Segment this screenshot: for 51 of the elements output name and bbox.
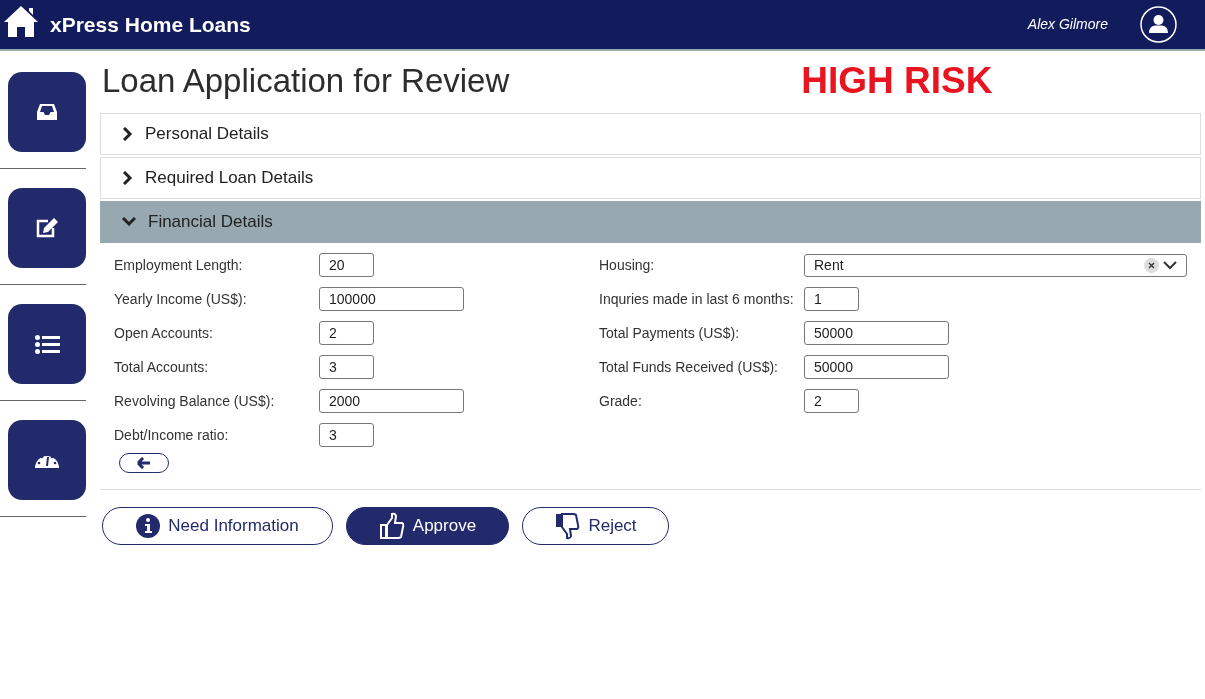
sidebar-button[interactable] [8, 72, 86, 152]
action-button[interactable]: Approve [346, 507, 509, 545]
input-field[interactable]: 1 [804, 287, 859, 311]
user-name: Alex Gilmore [1027, 15, 1108, 34]
list-icon [34, 334, 60, 354]
dropdown-value: Rent [814, 255, 844, 275]
thumbs-up-icon [378, 512, 405, 540]
sidebar-button[interactable] [8, 304, 86, 384]
accordion-header[interactable]: Required Loan Details [100, 157, 1201, 199]
sidebar-button[interactable] [8, 188, 86, 268]
chevron-right-icon [123, 171, 133, 185]
page-title: Loan Application for Review [102, 61, 510, 102]
chevron-down-icon [122, 217, 136, 227]
left-arrow-icon [137, 457, 151, 469]
action-button[interactable]: Need Information [102, 507, 333, 545]
input-field[interactable]: 3 [319, 423, 374, 447]
field-label: Grade: [599, 391, 643, 411]
input-field[interactable]: 3 [319, 355, 374, 379]
accordion-header[interactable]: Financial Details [100, 201, 1201, 243]
field-label: Revolving Balance (US$): [114, 391, 276, 411]
field-label: Total Accounts: [114, 357, 210, 377]
input-field[interactable]: 50000 [804, 355, 949, 379]
chevron-right-icon [123, 127, 133, 141]
field-label: Open Accounts: [114, 323, 214, 343]
risk-label: HIGH RISK [801, 59, 993, 104]
input-field[interactable]: 100000 [319, 287, 464, 311]
inbox-tray-icon [36, 103, 58, 121]
field-label: Total Payments (US$): [599, 323, 741, 343]
user-avatar-icon[interactable] [1140, 6, 1177, 43]
field-label: Yearly Income (US$): [114, 289, 248, 309]
input-field[interactable]: 20 [319, 253, 374, 277]
info-icon [136, 514, 161, 538]
accordion-header[interactable]: Personal Details [100, 113, 1201, 155]
field-label: Housing: [599, 255, 656, 275]
home-icon[interactable] [2, 3, 40, 38]
chevron-down-icon[interactable] [1163, 260, 1177, 270]
edit-icon [35, 217, 59, 239]
input-field[interactable]: 2 [319, 321, 374, 345]
input-field[interactable]: 2000 [319, 389, 464, 413]
clear-icon[interactable] [1144, 257, 1159, 273]
sidebar-button[interactable] [8, 420, 86, 500]
field-label: Debt/Income ratio: [114, 425, 230, 445]
field-label: Inquries made in last 6 months: [599, 289, 795, 309]
field-label: Employment Length: [114, 255, 244, 275]
input-field[interactable]: 50000 [804, 321, 949, 345]
dropdown-field[interactable]: Rent [804, 253, 1187, 277]
field-label: Total Funds Received (US$): [599, 357, 779, 377]
input-field[interactable]: 2 [804, 389, 859, 413]
app-title: xPress Home Loans [50, 11, 251, 38]
action-button[interactable]: Reject [522, 507, 669, 545]
thumbs-down-icon [554, 512, 581, 540]
